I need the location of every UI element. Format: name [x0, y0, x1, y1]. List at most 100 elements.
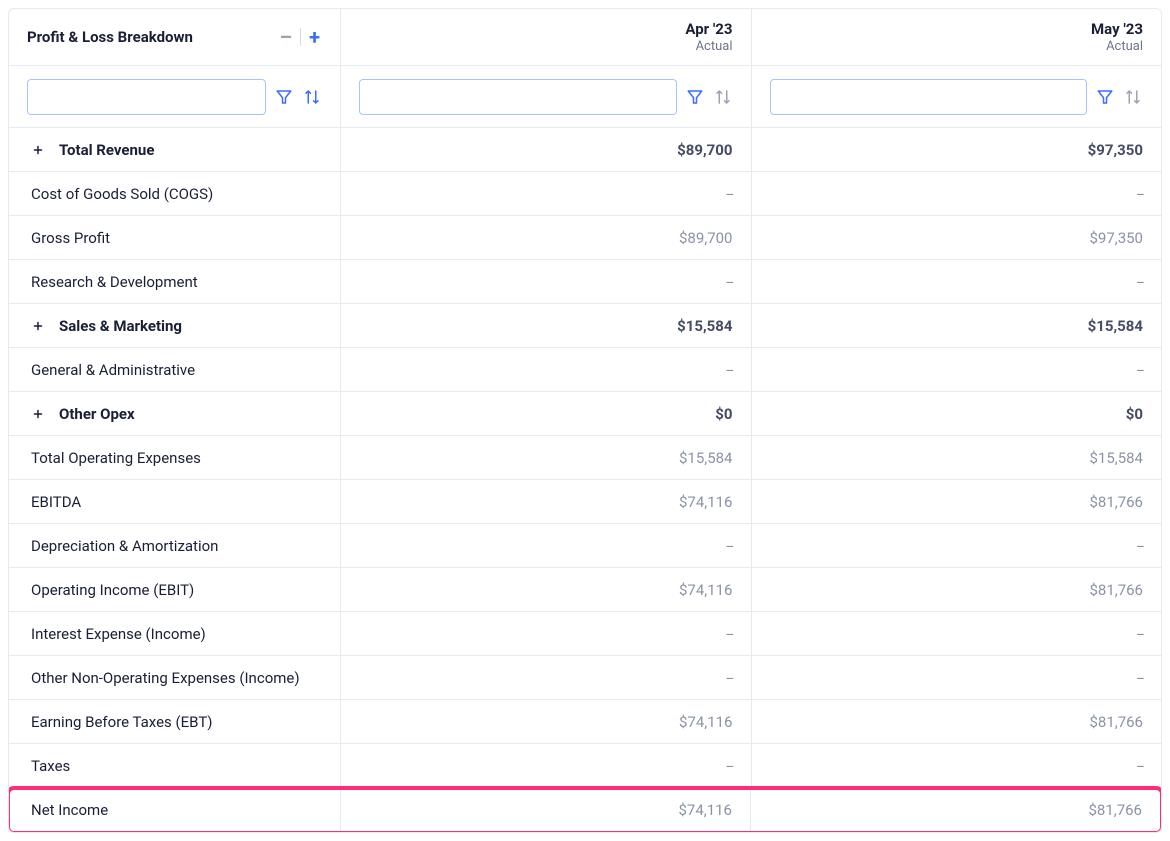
row-value: $74,116 — [678, 801, 732, 819]
expand-all-button[interactable]: + — [307, 25, 322, 49]
row-value-cell[interactable]: $89,700 — [341, 128, 752, 171]
value-search-input[interactable] — [359, 79, 677, 115]
period-header-1[interactable]: May '23 Actual — [752, 9, 1162, 65]
row-value-cell[interactable]: -- — [752, 260, 1162, 303]
table-row: Sales & Marketing $15,584$15,584 — [9, 304, 1161, 348]
row-value-cell[interactable]: -- — [341, 656, 752, 699]
row-value-cell[interactable]: $15,584 — [752, 304, 1162, 347]
table-row: Interest Expense (Income) -- -- — [9, 612, 1161, 656]
row-value-cell[interactable]: -- — [752, 172, 1162, 215]
row-label-cell: Interest Expense (Income) — [9, 612, 341, 655]
row-value: -- — [726, 185, 732, 203]
pl-breakdown-table: Profit & Loss Breakdown – + Apr '23 Actu… — [8, 8, 1162, 833]
row-value-cell[interactable]: -- — [752, 744, 1162, 787]
row-value: -- — [726, 625, 732, 643]
row-label-cell: Research & Development — [9, 260, 341, 303]
row-label-cell: Gross Profit — [9, 216, 341, 259]
header-actions: – + — [277, 25, 322, 49]
row-value-cell[interactable]: $81,766 — [751, 788, 1161, 832]
row-value: -- — [1137, 273, 1143, 291]
table-row: Operating Income (EBIT) $74,116 $81,766 — [9, 568, 1161, 612]
filter-cell-period-0 — [341, 66, 752, 127]
row-label: Cost of Goods Sold (COGS) — [31, 185, 213, 203]
table-header-row: Profit & Loss Breakdown – + Apr '23 Actu… — [9, 9, 1161, 66]
table-row: Cost of Goods Sold (COGS) -- -- — [9, 172, 1161, 216]
row-label-cell: Other Non-Operating Expenses (Income) — [9, 656, 341, 699]
row-value: $81,766 — [1089, 493, 1143, 511]
row-value-cell[interactable]: $74,116 — [341, 568, 752, 611]
row-value: $81,766 — [1089, 581, 1143, 599]
row-value-cell[interactable]: -- — [752, 656, 1162, 699]
row-value: -- — [726, 537, 732, 555]
row-value: $74,116 — [679, 493, 733, 511]
row-value-cell[interactable]: $74,116 — [341, 788, 751, 832]
row-value-cell[interactable]: $15,584 — [341, 436, 752, 479]
filter-icon[interactable] — [685, 87, 705, 107]
row-value-cell[interactable]: -- — [752, 348, 1162, 391]
row-value-cell[interactable]: -- — [341, 260, 752, 303]
row-label: General & Administrative — [31, 361, 195, 379]
table-row: Research & Development -- -- — [9, 260, 1161, 304]
row-label: Operating Income (EBIT) — [31, 581, 194, 599]
table-row: Total Revenue $89,700 $97,350 — [9, 128, 1161, 172]
row-value-cell[interactable]: -- — [341, 524, 752, 567]
row-label: Net Income — [31, 801, 108, 819]
row-value-cell[interactable]: -- — [341, 612, 752, 655]
period-sub: Actual — [1106, 39, 1143, 54]
row-value-cell[interactable]: $97,350 — [752, 216, 1162, 259]
row-value-cell[interactable]: $81,766 — [752, 700, 1162, 743]
row-label-cell: Other Opex — [9, 392, 341, 435]
row-value-cell[interactable]: $89,700 — [341, 216, 752, 259]
row-value-cell[interactable]: $0 — [752, 392, 1162, 435]
table-row: Net Income $74,116 $81,766 — [9, 788, 1161, 832]
row-value: -- — [1137, 361, 1143, 379]
row-value: $74,116 — [679, 581, 733, 599]
row-value: $97,350 — [1088, 141, 1143, 159]
row-value-cell[interactable]: -- — [341, 744, 752, 787]
period-sub: Actual — [696, 39, 733, 54]
row-label: Gross Profit — [31, 229, 110, 247]
filter-cell-period-1 — [752, 66, 1162, 127]
row-label: Sales & Marketing — [59, 317, 182, 335]
expand-icon[interactable] — [31, 319, 45, 333]
row-value: -- — [1137, 537, 1143, 555]
row-value-cell[interactable]: $81,766 — [752, 568, 1162, 611]
row-value-cell[interactable]: $74,116 — [341, 700, 752, 743]
divider — [300, 28, 301, 46]
label-search-input[interactable] — [27, 79, 266, 115]
row-value-cell[interactable]: $15,584 — [752, 436, 1162, 479]
row-value-cell[interactable]: -- — [752, 612, 1162, 655]
row-label: Other Opex — [59, 405, 135, 423]
collapse-all-button[interactable]: – — [277, 25, 294, 49]
filter-icon[interactable] — [274, 87, 294, 107]
row-value: $0 — [715, 405, 732, 423]
table-row: Gross Profit $89,700$97,350 — [9, 216, 1161, 260]
filter-icon[interactable] — [1095, 87, 1115, 107]
sort-icon[interactable] — [302, 87, 322, 107]
period-label: Apr '23 — [685, 20, 732, 38]
row-value: -- — [726, 273, 732, 291]
row-label: Total Revenue — [59, 141, 154, 159]
row-label-cell: Total Operating Expenses — [9, 436, 341, 479]
row-value: $74,116 — [679, 713, 733, 731]
row-value: $0 — [1126, 405, 1143, 423]
row-value-cell[interactable]: $0 — [341, 392, 752, 435]
sort-icon[interactable] — [713, 87, 733, 107]
expand-icon[interactable] — [31, 143, 45, 157]
row-value-cell[interactable]: $97,350 — [752, 128, 1162, 171]
row-value-cell[interactable]: $81,766 — [752, 480, 1162, 523]
sort-icon[interactable] — [1123, 87, 1143, 107]
row-value-cell[interactable]: $74,116 — [341, 480, 752, 523]
filter-cell-labels — [9, 66, 341, 127]
row-label: Total Operating Expenses — [31, 449, 201, 467]
period-header-0[interactable]: Apr '23 Actual — [341, 9, 752, 65]
row-value: -- — [726, 669, 732, 687]
row-value-cell[interactable]: $15,584 — [341, 304, 752, 347]
row-label-cell: General & Administrative — [9, 348, 341, 391]
row-value-cell[interactable]: -- — [752, 524, 1162, 567]
row-value: -- — [726, 361, 732, 379]
row-value-cell[interactable]: -- — [341, 348, 752, 391]
row-value-cell[interactable]: -- — [341, 172, 752, 215]
value-search-input[interactable] — [770, 79, 1088, 115]
expand-icon[interactable] — [31, 407, 45, 421]
